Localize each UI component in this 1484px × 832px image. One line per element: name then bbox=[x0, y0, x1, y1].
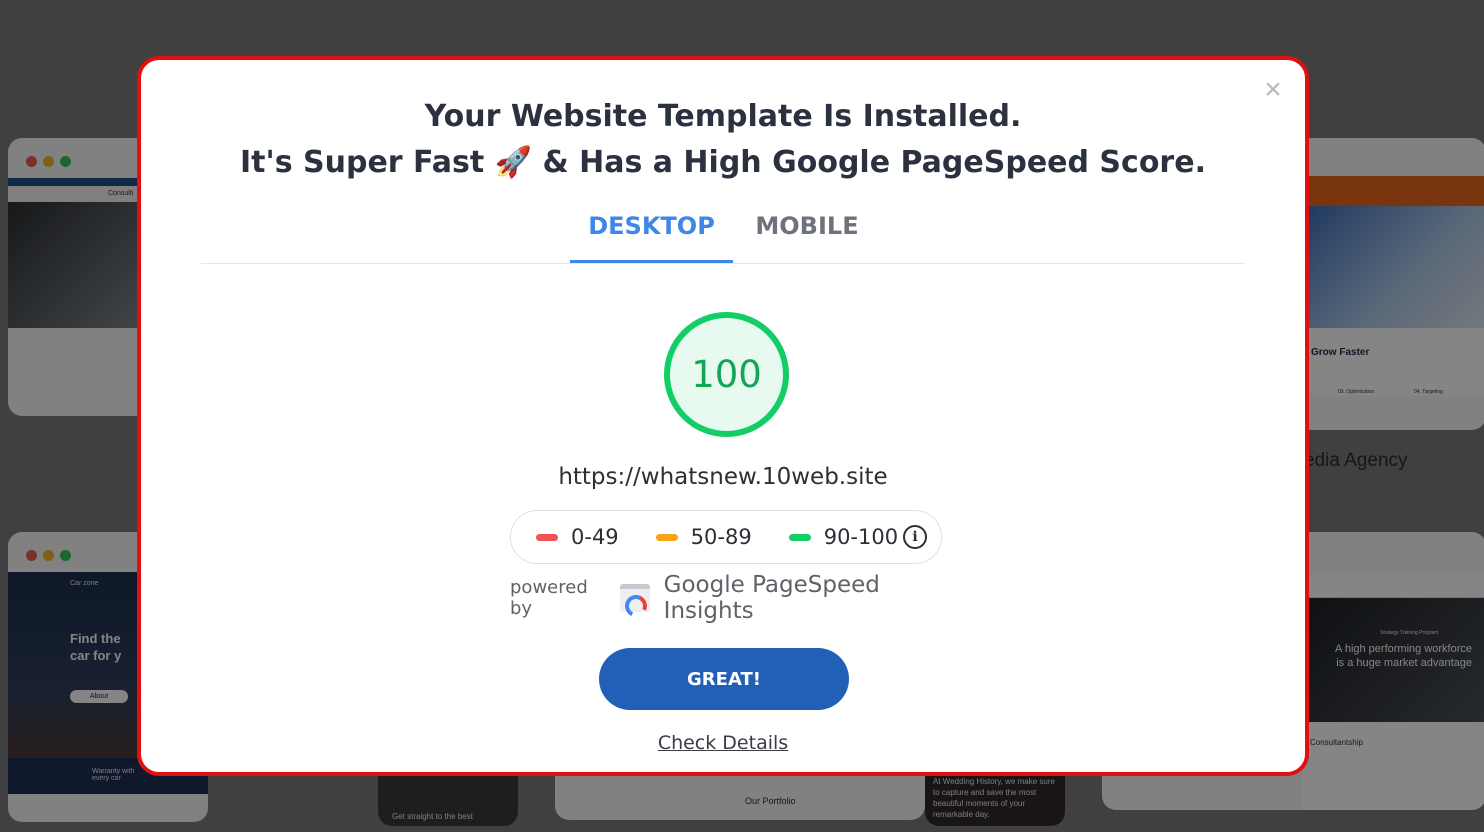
tab-mobile[interactable]: MOBILE bbox=[751, 200, 863, 263]
legend-label: 90-100 bbox=[823, 525, 899, 549]
pagespeed-logo-icon bbox=[620, 584, 651, 621]
window-dots bbox=[26, 550, 71, 561]
modal-title: Your Website Template Is Installed. It's… bbox=[141, 94, 1305, 186]
window-dots bbox=[26, 156, 71, 167]
template-preview: Strategy Training Program A high perform… bbox=[1302, 572, 1484, 810]
title-line-1: Your Website Template Is Installed. bbox=[424, 99, 1022, 134]
tested-url: https://whatsnew.10web.site bbox=[558, 464, 888, 490]
legend-swatch bbox=[788, 533, 811, 541]
preview-heading: Find the bbox=[70, 631, 121, 646]
preview-text: Consultantship bbox=[1310, 738, 1363, 747]
preview-text: At Wedding History, we make sure to capt… bbox=[933, 777, 1055, 819]
title-line-2-start: It's Super Fast bbox=[240, 145, 485, 180]
legend-swatch bbox=[536, 533, 558, 541]
template-title: Our Portfolio bbox=[745, 796, 796, 806]
device-tabs: DESKTOP MOBILE bbox=[201, 200, 1245, 264]
preview-text: 04. Targeting bbox=[1414, 389, 1443, 395]
info-icon[interactable]: i bbox=[903, 525, 927, 549]
title-line-2-end: & Has a High Google PageSpeed Score. bbox=[542, 145, 1206, 180]
legend-item-good: 90-100 bbox=[788, 525, 899, 549]
preview-text: Get straight to the best bbox=[392, 812, 473, 821]
preview-text: Consulti bbox=[108, 190, 134, 197]
great-button[interactable]: GREAT! bbox=[599, 648, 849, 710]
score-legend: 0-49 50-89 90-100 i bbox=[510, 510, 942, 564]
legend-label: 50-89 bbox=[690, 525, 752, 549]
preview-heading: A high performing workforce is a huge ma… bbox=[1335, 643, 1472, 669]
preview-text: Strategy Training Program bbox=[1380, 630, 1439, 636]
template-title: edia Agency bbox=[1304, 450, 1408, 471]
provider-name: Google PageSpeed Insights bbox=[663, 572, 880, 624]
score-value: 100 bbox=[691, 353, 762, 396]
preview-text: 03. Optimization bbox=[1338, 389, 1375, 395]
tab-desktop[interactable]: DESKTOP bbox=[570, 200, 733, 263]
preview-logo: Car zone bbox=[70, 580, 99, 587]
preview-button: About bbox=[70, 690, 128, 703]
pagespeed-modal: × Your Website Template Is Installed. It… bbox=[137, 56, 1309, 776]
title-line-2: It's Super Fast 🚀 & Has a High Google Pa… bbox=[141, 140, 1305, 186]
score-gauge: 100 bbox=[664, 312, 789, 437]
legend-label: 0-49 bbox=[571, 525, 619, 549]
powered-by: powered by Google PageSpeed Insights bbox=[510, 572, 950, 624]
preview-heading: car for y bbox=[70, 648, 122, 663]
preview-text: Warranty with every car bbox=[92, 768, 135, 782]
rocket-icon: 🚀 bbox=[494, 145, 533, 180]
powered-by-label: powered by bbox=[510, 577, 588, 619]
check-details-link[interactable]: Check Details bbox=[141, 732, 1305, 754]
legend-swatch bbox=[655, 533, 678, 541]
legend-item-poor: 0-49 bbox=[536, 525, 619, 549]
legend-item-average: 50-89 bbox=[655, 525, 752, 549]
preview-heading: Grow Faster bbox=[1311, 347, 1370, 358]
